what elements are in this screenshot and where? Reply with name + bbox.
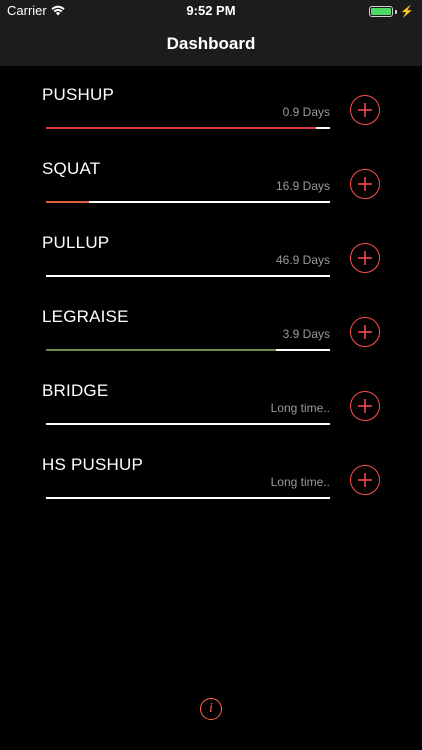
exercise-days-since: Long time.. — [270, 475, 330, 489]
exercise-row: PULLUP 46.9 Days — [0, 214, 422, 288]
exercise-name: LEGRAISE — [42, 307, 129, 326]
exercise-days-since: Long time.. — [270, 401, 330, 415]
add-exercise-button[interactable] — [350, 317, 380, 347]
plus-icon — [358, 103, 372, 117]
add-exercise-button[interactable] — [350, 243, 380, 273]
charging-bolt-icon: ⚡ — [400, 6, 414, 18]
exercise-name: PULLUP — [42, 233, 110, 252]
plus-icon — [358, 251, 372, 265]
exercise-progress-fill — [46, 201, 89, 203]
add-exercise-button[interactable] — [350, 169, 380, 199]
exercise-row: HS PUSHUP Long time.. — [0, 436, 422, 510]
info-button[interactable]: i — [200, 698, 222, 720]
plus-icon — [358, 473, 372, 487]
exercise-progress-fill — [46, 349, 277, 351]
add-exercise-button[interactable] — [350, 95, 380, 125]
battery-indicator: ⚡ — [369, 5, 414, 18]
plus-icon — [358, 177, 372, 191]
add-exercise-button[interactable] — [350, 391, 380, 421]
exercise-progress-fill — [46, 127, 316, 129]
status-bar: Carrier 9:52 PM ⚡ — [0, 0, 422, 22]
exercise-row: PUSHUP 0.9 Days — [0, 66, 422, 140]
exercise-list: PUSHUP 0.9 Days SQUAT 16.9 Days PULLUP 46.9 D… — [0, 66, 422, 510]
exercise-row: BRIDGE Long time.. — [0, 362, 422, 436]
exercise-days-since: 3.9 Days — [282, 327, 330, 341]
page-title: Dashboard — [166, 34, 256, 53]
plus-icon — [358, 325, 372, 339]
exercise-progress-bar — [46, 349, 330, 351]
exercise-days-since: 46.9 Days — [275, 253, 330, 267]
exercise-name: PUSHUP — [42, 85, 115, 104]
exercise-name: BRIDGE — [42, 381, 109, 400]
battery-charging-icon — [369, 6, 394, 17]
exercise-row: SQUAT 16.9 Days — [0, 140, 422, 214]
exercise-progress-bar — [46, 127, 330, 129]
plus-icon — [358, 399, 372, 413]
exercise-progress-bar — [46, 497, 330, 499]
info-icon: i — [209, 701, 213, 716]
exercise-name: SQUAT — [42, 159, 101, 178]
exercise-progress-bar — [46, 275, 330, 277]
exercise-days-since: 16.9 Days — [275, 179, 330, 193]
exercise-row: LEGRAISE 3.9 Days — [0, 288, 422, 362]
exercise-progress-bar — [46, 201, 330, 203]
navigation-bar: Dashboard — [0, 22, 422, 66]
status-time: 9:52 PM — [186, 3, 236, 18]
add-exercise-button[interactable] — [350, 465, 380, 495]
exercise-progress-bar — [46, 423, 330, 425]
battery-cap — [395, 9, 398, 14]
exercise-name: HS PUSHUP — [42, 455, 143, 474]
exercise-days-since: 0.9 Days — [282, 105, 330, 119]
